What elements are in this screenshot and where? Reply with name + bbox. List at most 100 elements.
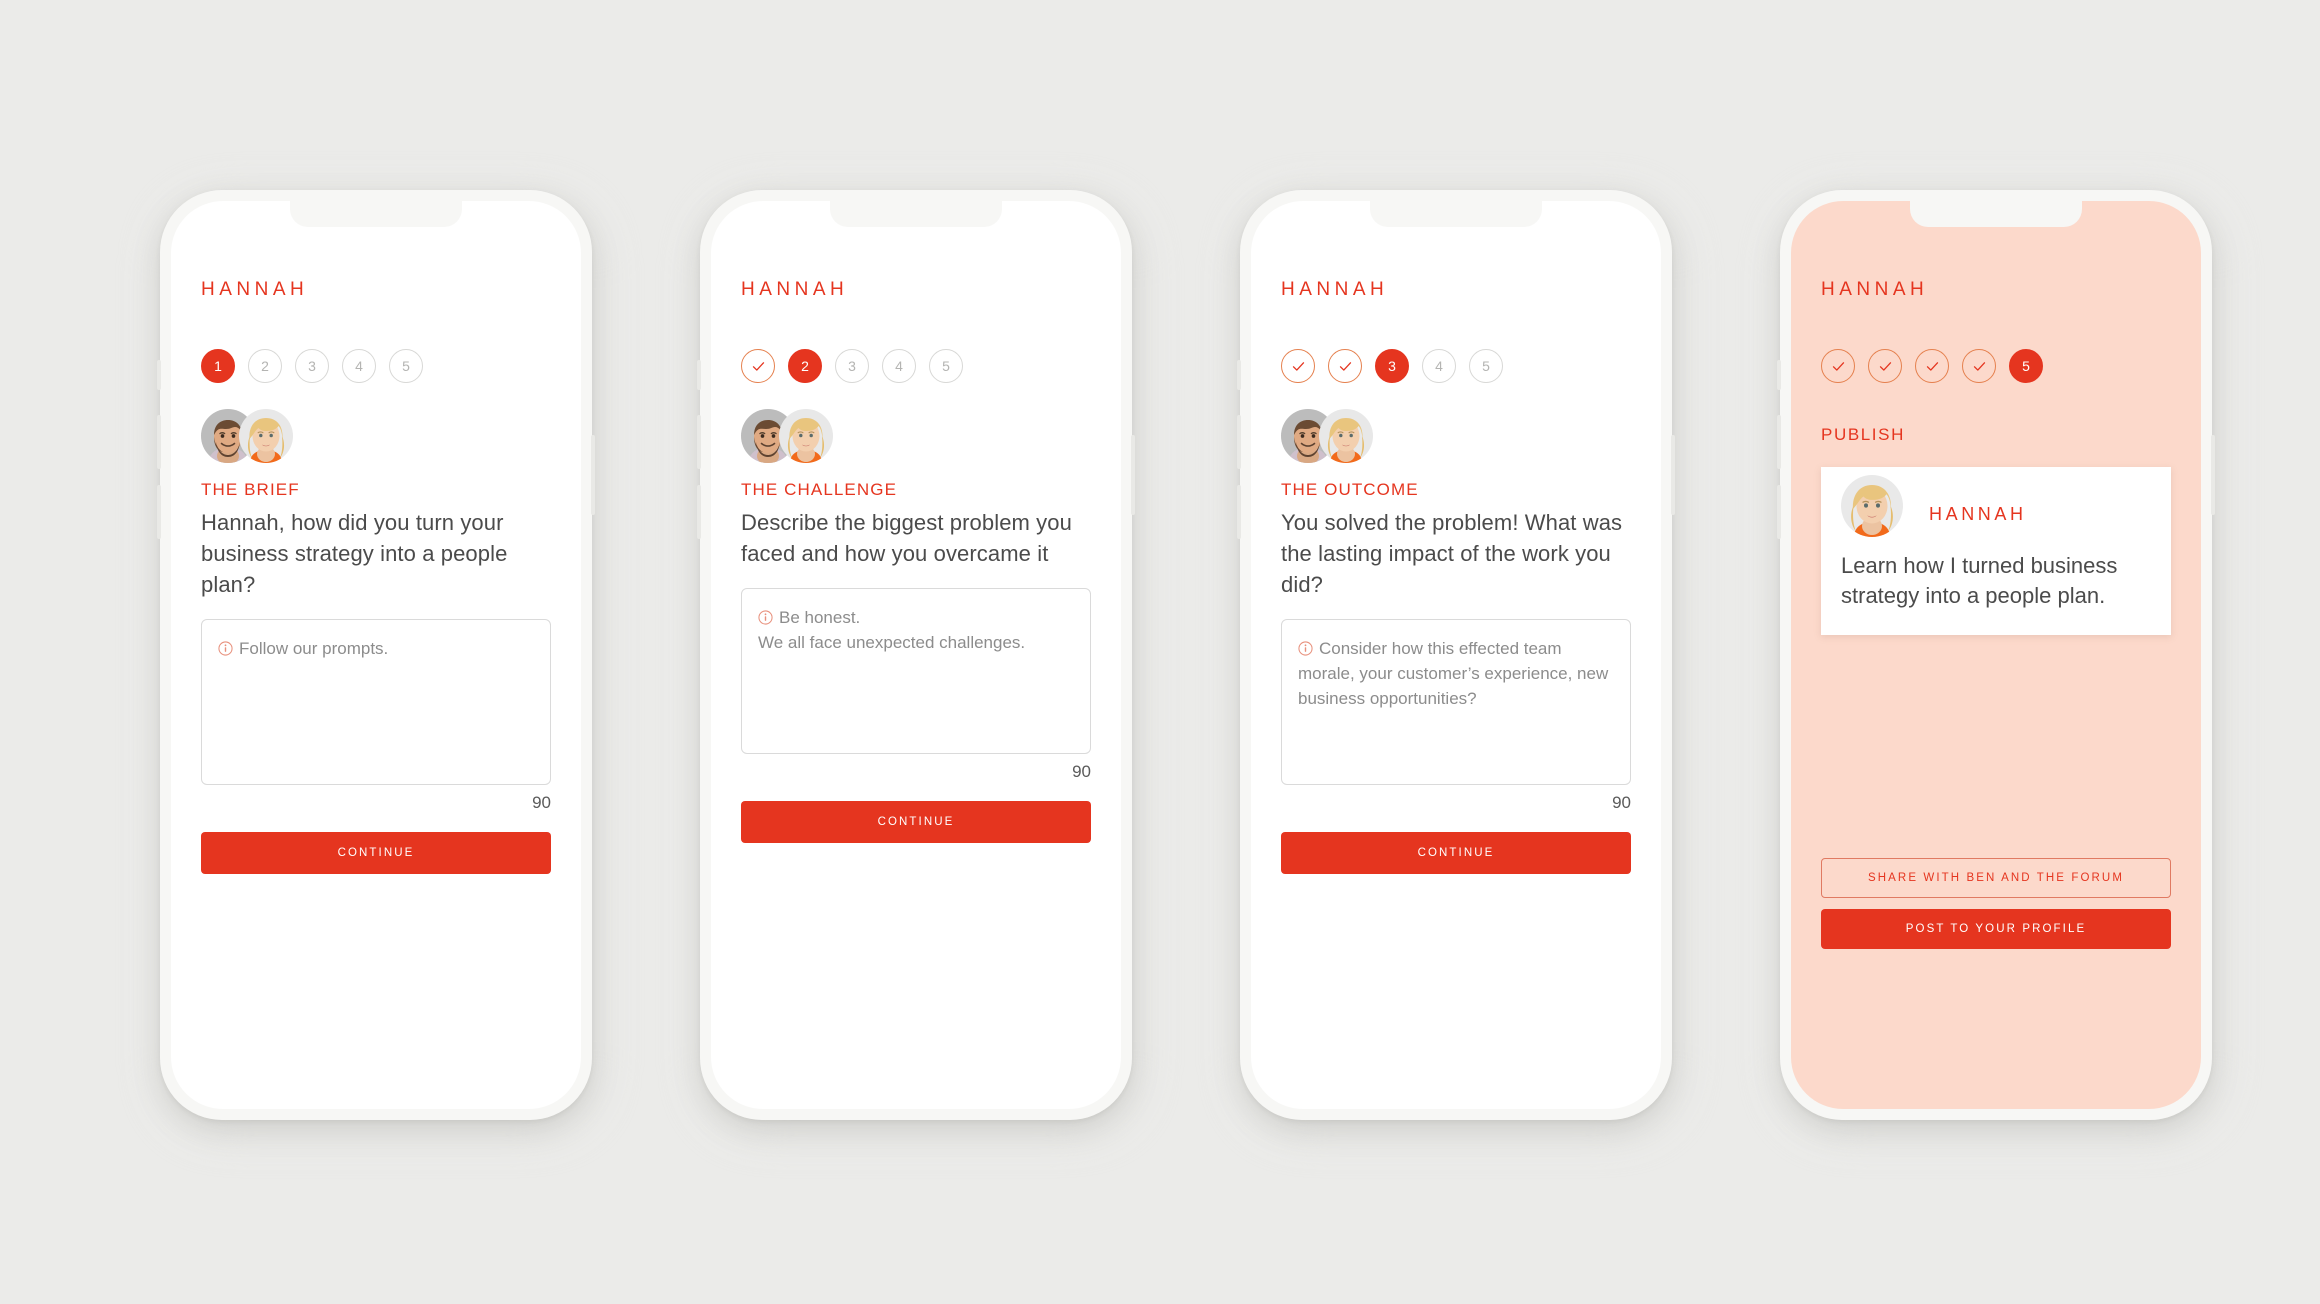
step-5[interactable]: 5 [1469, 349, 1503, 383]
step-5[interactable]: 5 [2009, 349, 2043, 383]
info-circle-icon [758, 607, 773, 625]
screen-content-outcome: HANNAH 3 4 5 THE OUTCOME You solved the … [1251, 201, 1661, 1109]
step-label: 5 [942, 358, 950, 374]
check-icon [1832, 361, 1844, 371]
section-eyebrow: THE CHALLENGE [741, 480, 898, 499]
share-with-forum-button[interactable]: SHARE WITH BEN AND THE FORUM [1821, 858, 2171, 898]
phone-volume-up-button [157, 415, 161, 469]
step-2[interactable] [1328, 349, 1362, 383]
phone-volume-up-button [1777, 415, 1781, 469]
step-1[interactable] [741, 349, 775, 383]
info-circle-icon [1298, 638, 1313, 656]
step-label: 2 [261, 358, 269, 374]
answer-hint: Consider how this effected team morale, … [1298, 636, 1614, 711]
avatar-group [201, 409, 301, 463]
step-1[interactable] [1821, 349, 1855, 383]
step-indicator: 3 4 5 [1281, 349, 1631, 383]
answer-hint-text: Follow our prompts. [239, 639, 389, 658]
avatar-woman [779, 409, 833, 463]
continue-button[interactable]: CONTINUE [201, 832, 551, 874]
answer-input[interactable]: Be honest. We all face unexpected challe… [741, 588, 1091, 754]
phone-volume-down-button [1777, 485, 1781, 539]
avatar-woman [239, 409, 293, 463]
phone-screen: HANNAH 3 4 5 THE OUTCOME You solved the … [1251, 201, 1661, 1109]
step-5[interactable]: 5 [389, 349, 423, 383]
phone-mute-switch [157, 360, 161, 390]
post-to-profile-button[interactable]: POST TO YOUR PROFILE [1821, 909, 2171, 949]
step-1[interactable]: 1 [201, 349, 235, 383]
brand-title: HANNAH [1821, 279, 1929, 300]
phone-mockup-outcome: HANNAH 3 4 5 THE OUTCOME You solved the … [1237, 190, 1680, 1130]
step-4[interactable] [1962, 349, 1996, 383]
screen-content-challenge: HANNAH 2 3 4 5 THE CHALLENGE Describe th… [711, 201, 1121, 1109]
section-eyebrow: THE OUTCOME [1281, 480, 1419, 499]
step-label: 5 [402, 358, 410, 374]
step-label: 4 [355, 358, 363, 374]
step-label: 1 [214, 358, 222, 374]
answer-hint: Follow our prompts. [218, 636, 534, 661]
story-preview-card[interactable]: HANNAH Learn how I turned business strat… [1821, 467, 2171, 635]
brand-title: HANNAH [201, 279, 309, 300]
phone-power-button [1671, 435, 1675, 515]
character-counter: 90 [532, 793, 551, 812]
phone-body: HANNAH 3 4 5 THE OUTCOME You solved the … [1237, 190, 1675, 1120]
character-counter: 90 [1612, 793, 1631, 812]
phone-screen: HANNAH 5 PUBLISH HANNAH Learn how I turn… [1791, 201, 2201, 1109]
card-story-text: Learn how I turned business strategy int… [1841, 553, 2118, 608]
card-author-name: HANNAH [1929, 503, 2027, 524]
card-header: HANNAH [1841, 485, 2151, 543]
step-3[interactable]: 3 [1375, 349, 1409, 383]
answer-hint: Be honest. We all face unexpected challe… [758, 605, 1074, 655]
info-circle-icon [218, 638, 233, 656]
phone-volume-down-button [1237, 485, 1241, 539]
step-4[interactable]: 4 [1422, 349, 1456, 383]
step-label: 2 [801, 358, 809, 374]
check-icon [1292, 361, 1304, 371]
phone-volume-up-button [697, 415, 701, 469]
phone-screen: HANNAH 2 3 4 5 THE CHALLENGE Describe th… [711, 201, 1121, 1109]
step-4[interactable]: 4 [882, 349, 916, 383]
step-3[interactable]: 3 [835, 349, 869, 383]
step-5[interactable]: 5 [929, 349, 963, 383]
phone-mockup-brief: HANNAH 1 2 3 4 5 THE BRIEF Hannah, how d… [157, 190, 600, 1130]
screen-content-publish: HANNAH 5 PUBLISH HANNAH Learn how I turn… [1791, 201, 2201, 1109]
prompt-question: Describe the biggest problem you faced a… [741, 510, 1072, 566]
avatar-group [741, 409, 841, 463]
phone-volume-down-button [697, 485, 701, 539]
mockup-stage: HANNAH 1 2 3 4 5 THE BRIEF Hannah, how d… [0, 0, 2320, 1304]
phone-mockup-publish: HANNAH 5 PUBLISH HANNAH Learn how I turn… [1777, 190, 2220, 1130]
avatar-woman [1319, 409, 1373, 463]
step-2[interactable]: 2 [248, 349, 282, 383]
answer-input[interactable]: Follow our prompts. [201, 619, 551, 785]
step-2[interactable]: 2 [788, 349, 822, 383]
step-2[interactable] [1868, 349, 1902, 383]
phone-volume-down-button [157, 485, 161, 539]
phone-volume-up-button [1237, 415, 1241, 469]
check-icon [1973, 361, 1985, 371]
step-indicator: 5 [1821, 349, 2171, 383]
continue-button[interactable]: CONTINUE [741, 801, 1091, 843]
phone-power-button [1131, 435, 1135, 515]
step-1[interactable] [1281, 349, 1315, 383]
phone-mockup-challenge: HANNAH 2 3 4 5 THE CHALLENGE Describe th… [697, 190, 1140, 1130]
step-label: 3 [308, 358, 316, 374]
prompt-question: Hannah, how did you turn your business s… [201, 510, 508, 597]
phone-power-button [591, 435, 595, 515]
phone-body: HANNAH 1 2 3 4 5 THE BRIEF Hannah, how d… [157, 190, 595, 1120]
check-icon [1339, 361, 1351, 371]
step-label: 4 [1435, 358, 1443, 374]
phone-body: HANNAH 2 3 4 5 THE CHALLENGE Describe th… [697, 190, 1135, 1120]
phone-notch [290, 201, 462, 227]
phone-mute-switch [1237, 360, 1241, 390]
step-label: 5 [1482, 358, 1490, 374]
step-4[interactable]: 4 [342, 349, 376, 383]
answer-input[interactable]: Consider how this effected team morale, … [1281, 619, 1631, 785]
check-icon [752, 361, 764, 371]
step-3[interactable] [1915, 349, 1949, 383]
step-label: 5 [2022, 358, 2030, 374]
check-icon [1926, 361, 1938, 371]
answer-hint-text: Consider how this effected team morale, … [1298, 639, 1609, 708]
check-icon [1879, 361, 1891, 371]
continue-button[interactable]: CONTINUE [1281, 832, 1631, 874]
step-3[interactable]: 3 [295, 349, 329, 383]
